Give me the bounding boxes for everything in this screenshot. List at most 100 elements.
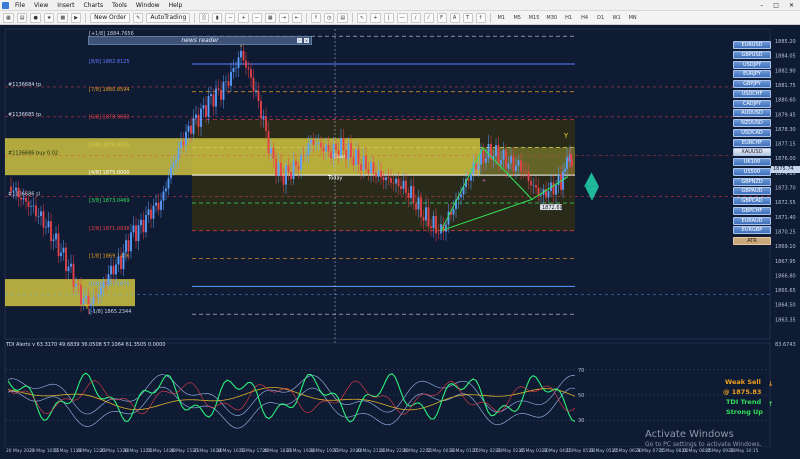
crosshair-icon[interactable]: + — [370, 12, 381, 23]
zoom-out-icon[interactable]: − — [251, 12, 262, 23]
new-order-button[interactable]: New Order — [90, 12, 131, 23]
candle-body — [355, 149, 357, 166]
candle-body — [564, 168, 566, 172]
minimize-icon[interactable]: – — [760, 2, 763, 9]
symbol-list: EURUSD GBPUSD USDJPY EURJPY GBPJPY USDCHF CADJ… — [733, 41, 771, 247]
symbol-button-usdcad[interactable]: USDCAD — [733, 128, 771, 137]
candle-body — [207, 96, 210, 117]
symbol-button-gbpcad[interactable]: GBPCAD — [733, 197, 771, 205]
menu-charts[interactable]: Charts — [84, 2, 104, 9]
channel-icon[interactable]: ⁄ — [423, 12, 434, 23]
symbol-button-audusd[interactable]: AUDUSD — [733, 109, 771, 118]
candle-body — [487, 144, 490, 159]
restore-icon[interactable]: □ — [773, 2, 779, 9]
timeframe-h4[interactable]: H4 — [578, 13, 591, 23]
horizontal-line-icon[interactable]: — — [396, 12, 408, 23]
candle-body — [305, 155, 307, 156]
timeframe-m30[interactable]: M30 — [544, 13, 559, 23]
candle-body — [157, 202, 160, 210]
news-reader-panel[interactable]: news reader – × — [88, 36, 312, 45]
symbol-button-eurgbp[interactable]: EURGBP — [733, 226, 771, 235]
symbol-button-xauusd[interactable]: XAUUSD — [733, 148, 771, 157]
symbol-button-eurchf[interactable]: EURCHF — [733, 138, 771, 147]
candle-body — [142, 219, 145, 233]
candle-body — [512, 155, 515, 172]
timeframe-w1[interactable]: W1 — [610, 13, 623, 23]
timeframe-d1[interactable]: D1 — [594, 13, 607, 23]
navigator-icon[interactable]: ★ — [43, 12, 55, 23]
candle-body — [427, 207, 430, 227]
label-icon[interactable]: T — [462, 12, 473, 23]
candle-body — [302, 155, 305, 156]
candlestick-icon[interactable]: ▮ — [212, 12, 223, 23]
candle-body — [540, 194, 542, 196]
symbol-button-us500[interactable]: US500 — [733, 167, 771, 176]
auto-trading-button[interactable]: AutoTrading — [146, 12, 191, 23]
market-watch-icon[interactable]: ● — [30, 12, 41, 23]
shift-icon[interactable]: ⇤ — [291, 12, 303, 23]
profiles-icon[interactable]: ▤ — [16, 12, 28, 23]
symbol-button-euraud[interactable]: EURAUD — [733, 216, 771, 225]
fractal-marker-icon: Y — [563, 132, 569, 140]
trendline-icon[interactable]: ∕ — [410, 12, 421, 23]
text-icon[interactable]: A — [449, 12, 460, 23]
indicators-icon[interactable]: f — [311, 12, 322, 23]
symbol-button-gbpnzd[interactable]: GBPNZD — [733, 177, 771, 186]
tile-icon[interactable]: ▦ — [264, 12, 276, 23]
tester-icon[interactable]: ▶ — [71, 12, 82, 23]
close-icon[interactable]: ✕ — [789, 2, 794, 9]
metaeditor-icon[interactable]: ✎ — [133, 12, 144, 23]
symbol-button-uk100[interactable]: UK100 — [733, 158, 771, 166]
atr-button[interactable]: ATR — [733, 237, 771, 246]
timeframe-h1[interactable]: H1 — [562, 13, 575, 23]
terminal-icon[interactable]: ▩ — [57, 12, 69, 23]
timeframe-mn[interactable]: MN — [626, 13, 639, 23]
cursor-icon[interactable]: ↖ — [357, 12, 368, 23]
periods-icon[interactable]: ◷ — [324, 12, 335, 23]
price-axis-label: 1870.25 — [775, 229, 796, 235]
symbol-button-eurusd[interactable]: EURUSD — [733, 41, 771, 49]
timeframe-m5[interactable]: M5 — [511, 13, 524, 23]
close-icon[interactable]: × — [304, 38, 309, 43]
vertical-line-icon[interactable]: | — [383, 12, 394, 23]
symbol-button-eurjpy[interactable]: EURJPY — [733, 70, 771, 79]
bar-chart-icon[interactable]: ░ — [199, 12, 210, 23]
menu-window[interactable]: Window — [136, 2, 160, 9]
murray-label: [2/8] 1871.0938 — [89, 226, 130, 232]
menu-tools[interactable]: Tools — [112, 2, 127, 9]
symbol-button-gbpchf[interactable]: GBPCHF — [733, 206, 771, 215]
new-chart-icon[interactable]: ▦ — [3, 12, 14, 23]
symbol-button-gbpusd[interactable]: GBPUSD — [733, 50, 771, 59]
signal-weak-sell: Weak Sell — [725, 378, 761, 386]
fibo-icon[interactable]: F — [436, 12, 447, 23]
templates-icon[interactable]: ▤ — [337, 12, 349, 23]
minimize-icon[interactable]: – — [297, 38, 302, 43]
candle-body — [55, 233, 57, 240]
candle-body — [105, 282, 107, 284]
menu-file[interactable]: File — [15, 2, 25, 9]
price-axis-label: 1863.35 — [775, 317, 796, 323]
price-chart[interactable]: [+1/8] 1884.7656[8/8] 1882.8125[7/8] 188… — [0, 25, 800, 459]
timeframe-m15[interactable]: M15 — [527, 13, 542, 23]
arrows-icon[interactable]: ↑ — [475, 12, 486, 23]
zoom-in-icon[interactable]: + — [238, 12, 249, 23]
timeframe-m1[interactable]: M1 — [495, 13, 508, 23]
menu-help[interactable]: Help — [169, 2, 183, 9]
menu-insert[interactable]: Insert — [57, 2, 74, 9]
symbol-button-usdchf[interactable]: USDCHF — [733, 89, 771, 98]
symbol-button-gbpjpy[interactable]: GBPJPY — [733, 80, 771, 88]
scroll-icon[interactable]: ⇥ — [278, 12, 289, 23]
candle-body — [147, 209, 150, 216]
line-chart-icon[interactable]: ∼ — [225, 12, 236, 23]
candle-body — [50, 221, 52, 242]
app-icon — [2, 1, 9, 9]
menu-view[interactable]: View — [34, 2, 48, 9]
symbol-button-gbpaud[interactable]: GBPAUD — [733, 187, 771, 196]
candle-body — [532, 185, 535, 186]
symbol-button-usdjpy[interactable]: USDJPY — [733, 60, 771, 69]
candle-body — [372, 162, 375, 174]
symbol-button-cadjpy[interactable]: CADJPY — [733, 99, 771, 108]
symbol-button-nzdusd[interactable]: NZDUSD — [733, 119, 771, 127]
candle-body — [192, 118, 195, 134]
candle-body — [255, 90, 257, 92]
